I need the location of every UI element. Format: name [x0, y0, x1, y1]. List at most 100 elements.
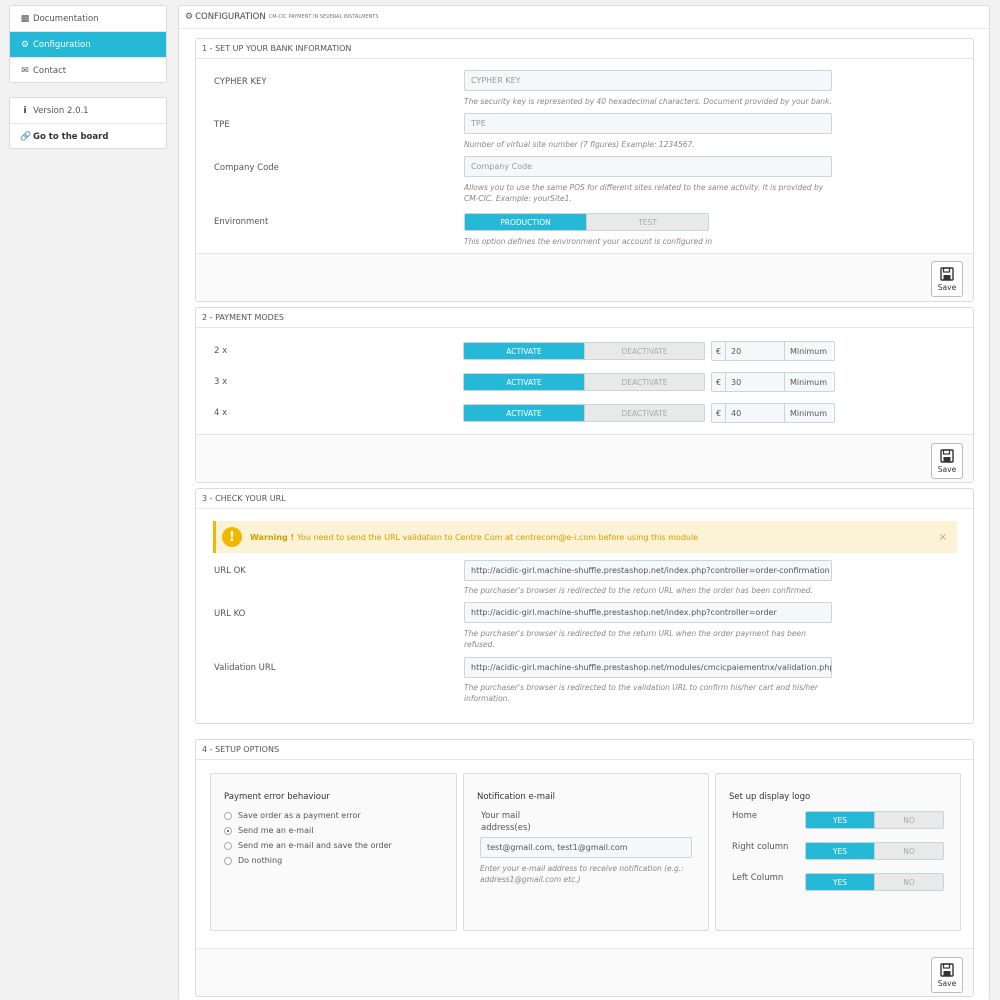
deactivate-option[interactable]: DEACTIVATE [584, 343, 704, 359]
save-label: Save [937, 282, 957, 292]
title-text: CONFIGURATION [195, 12, 266, 22]
url-ok-input[interactable]: http://acidic-girl.machine-shuffle.prest… [464, 560, 832, 581]
radio-circle[interactable] [224, 811, 232, 820]
sidebar-item-label: Documentation [33, 13, 99, 24]
notification-label: Your mail address(es) [481, 810, 531, 834]
notification-email-card: Notification e-mail Your mail address(es… [463, 773, 709, 931]
production-option[interactable]: PRODUCTION [465, 214, 586, 230]
environment-help: This option defines the environment your… [464, 237, 713, 246]
save-button[interactable]: Save [931, 957, 963, 993]
logo-row-label: Left Column [732, 873, 784, 883]
warning-icon: ! [222, 527, 242, 547]
close-icon[interactable]: × [939, 532, 947, 543]
euro-sign: € [712, 404, 726, 422]
activate-option[interactable]: ACTIVATE [464, 374, 584, 390]
yes-option[interactable]: YES [806, 843, 874, 859]
mode-2x-minimum-field[interactable]: € 20 Minimum [711, 341, 835, 361]
mode-4x-minimum-field[interactable]: € 40 Minimum [711, 403, 835, 423]
mode-label: 3 x [214, 377, 228, 387]
mode-3x-switch[interactable]: ACTIVATE DEACTIVATE [463, 373, 705, 391]
company-code-help: Allows you to use the same POS for diffe… [464, 183, 824, 203]
sidebar-item-contact[interactable]: ✉ Contact [10, 58, 166, 82]
url-ko-label: URL KO [214, 609, 246, 619]
warning-text: You need to send the URL validation to C… [297, 532, 699, 542]
left-column-logo-switch[interactable]: YES NO [805, 873, 944, 891]
subtitle-text: CM-CIC PAYMENT IN SEVERAL INSTALMENTS [268, 14, 379, 20]
cypher-key-label: CYPHER KEY [214, 77, 267, 87]
notification-help: Enter your e-mail address to receive not… [480, 864, 684, 884]
envelope-icon: ✉ [21, 66, 29, 76]
radio-circle[interactable] [224, 856, 232, 865]
floppy-disk-icon [940, 448, 954, 463]
company-code-input[interactable]: Company Code [464, 156, 832, 177]
right-column-logo-switch[interactable]: YES NO [805, 842, 944, 860]
minimum-suffix: Minimum [784, 342, 832, 360]
logo-row-label: Right column [732, 842, 789, 852]
activate-option[interactable]: ACTIVATE [464, 343, 584, 359]
sidebar-item-label: Contact [33, 66, 67, 76]
no-option[interactable]: NO [874, 843, 943, 859]
cogs-icon: ⚙ [185, 12, 194, 22]
floppy-disk-icon [940, 266, 954, 281]
sidebar-item-configuration[interactable]: ⚙ Configuration [10, 32, 166, 58]
radio-do-nothing[interactable]: Do nothing [224, 856, 282, 865]
minimum-amount-input[interactable]: 20 [726, 342, 784, 360]
save-label: Save [937, 464, 957, 474]
payment-error-title: Payment error behaviour [224, 792, 330, 802]
deactivate-option[interactable]: DEACTIVATE [584, 374, 704, 390]
tpe-input[interactable]: TPE [464, 113, 832, 134]
environment-switch[interactable]: PRODUCTION TEST [464, 213, 709, 231]
notification-label-line2: address(es) [481, 823, 531, 833]
euro-sign: € [712, 373, 726, 391]
setup-options-section: 4 - SETUP OPTIONS Payment error behaviou… [195, 739, 974, 997]
display-logo-card: Set up display logo Home YES NO Right co… [715, 773, 961, 931]
yes-option[interactable]: YES [806, 874, 874, 890]
warning-strong: Warning ! [250, 532, 295, 542]
minimum-amount-input[interactable]: 30 [726, 373, 784, 391]
radio-send-email-save[interactable]: Send me an e-mail and save the order [224, 841, 392, 850]
minimum-suffix: Minimum [784, 373, 832, 391]
no-option[interactable]: NO [874, 812, 943, 828]
sidebar-item-label: Configuration [33, 39, 91, 50]
environment-label: Environment [214, 217, 269, 227]
payment-modes-section: 2 - PAYMENT MODES 2 x ACTIVATE DEACTIVAT… [195, 307, 974, 483]
radio-save-order-error[interactable]: Save order as a payment error [224, 811, 361, 820]
url-ko-help: The purchaser's browser is redirected to… [464, 629, 806, 649]
mode-2x-switch[interactable]: ACTIVATE DEACTIVATE [463, 342, 705, 360]
cypher-key-input[interactable]: CYPHER KEY [464, 70, 832, 91]
radio-label: Save order as a payment error [238, 811, 361, 820]
save-button[interactable]: Save [931, 443, 963, 479]
check-url-section: 3 - CHECK YOUR URL ! Warning ! You need … [195, 488, 974, 724]
section-title: 1 - SET UP YOUR BANK INFORMATION [196, 39, 973, 59]
sidebar-item-documentation[interactable]: ▩ Documentation [10, 6, 166, 32]
save-button[interactable]: Save [931, 261, 963, 297]
go-to-board-link[interactable]: 🔗 Go to the board [10, 124, 166, 148]
notification-title: Notification e-mail [477, 792, 555, 802]
book-icon: ▩ [20, 13, 30, 24]
radio-circle-selected[interactable] [224, 826, 232, 835]
cypher-key-help: The security key is represented by 40 he… [464, 97, 832, 106]
tpe-label: TPE [214, 120, 230, 130]
deactivate-option[interactable]: DEACTIVATE [584, 405, 704, 421]
link-icon: 🔗 [20, 132, 32, 142]
test-option[interactable]: TEST [586, 214, 708, 230]
sidebar-info: i Version 2.0.1 🔗 Go to the board [9, 97, 167, 149]
radio-circle[interactable] [224, 841, 232, 850]
section-title: 4 - SETUP OPTIONS [196, 740, 973, 760]
home-logo-switch[interactable]: YES NO [805, 811, 944, 829]
mode-3x-minimum-field[interactable]: € 30 Minimum [711, 372, 835, 392]
no-option[interactable]: NO [874, 874, 943, 890]
minimum-amount-input[interactable]: 40 [726, 404, 784, 422]
notification-email-input[interactable]: test@gmail.com, test1@gmail.com [480, 837, 692, 858]
activate-option[interactable]: ACTIVATE [464, 405, 584, 421]
radio-send-email[interactable]: Send me an e-mail [224, 826, 313, 835]
cogs-icon: ⚙ [20, 39, 30, 50]
mode-4x-switch[interactable]: ACTIVATE DEACTIVATE [463, 404, 705, 422]
url-ok-help: The purchaser's browser is redirected to… [464, 586, 813, 595]
yes-option[interactable]: YES [806, 812, 874, 828]
url-ko-input[interactable]: http://acidic-girl.machine-shuffle.prest… [464, 602, 832, 623]
validation-url-input[interactable]: http://acidic-girl.machine-shuffle.prest… [464, 657, 832, 678]
mode-label: 2 x [214, 346, 228, 356]
minimum-suffix: Minimum [784, 404, 832, 422]
logo-row-label: Home [732, 811, 758, 821]
